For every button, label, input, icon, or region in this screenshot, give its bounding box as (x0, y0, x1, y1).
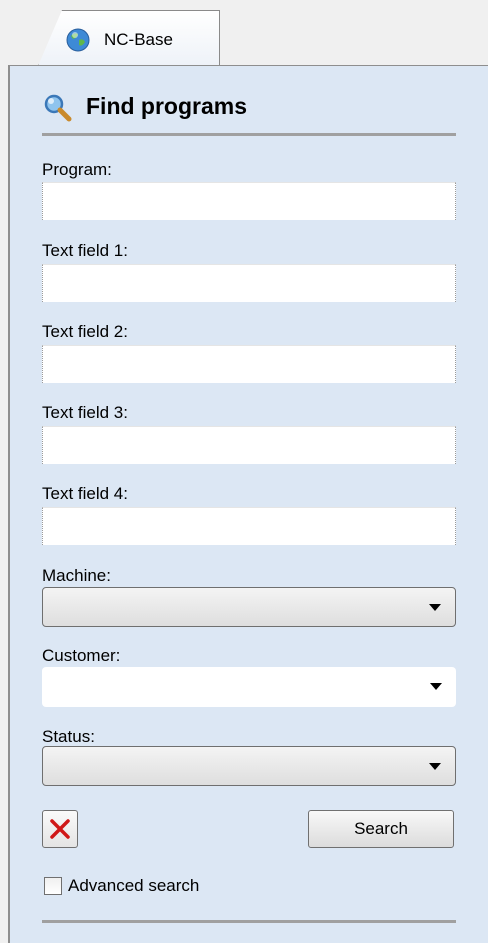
text-field-2-input[interactable] (42, 345, 456, 383)
header-divider (42, 133, 456, 136)
customer-dropdown[interactable] (42, 667, 456, 707)
text-field-3-label: Text field 3: (42, 403, 128, 422)
close-icon (50, 819, 70, 839)
magnifier-icon (44, 94, 72, 122)
program-label: Program: (42, 160, 112, 179)
advanced-search-checkbox[interactable] (44, 877, 62, 895)
text-field-2-label: Text field 2: (42, 322, 128, 341)
text-field-4-label: Text field 4: (42, 484, 128, 503)
tab-strip: NC-Base (0, 0, 488, 66)
tab-label: NC-Base (104, 30, 173, 49)
program-input[interactable] (42, 182, 456, 220)
chevron-down-icon (429, 604, 441, 611)
machine-label: Machine: (42, 566, 111, 585)
advanced-search-label[interactable]: Advanced search (68, 876, 199, 896)
clear-button[interactable] (42, 810, 78, 848)
text-field-1-input[interactable] (42, 264, 456, 302)
chevron-down-icon (430, 683, 442, 690)
chevron-down-icon (429, 763, 441, 770)
status-label: Status: (42, 727, 95, 746)
status-dropdown[interactable] (42, 746, 456, 786)
search-button[interactable]: Search (308, 810, 454, 848)
text-field-1-label: Text field 1: (42, 241, 128, 260)
text-field-4-input[interactable] (42, 507, 456, 545)
bottom-divider (42, 920, 456, 923)
customer-label: Customer: (42, 646, 121, 665)
page-title: Find programs (86, 93, 248, 119)
machine-dropdown[interactable] (42, 587, 456, 627)
globe-icon (66, 28, 90, 52)
text-field-3-input[interactable] (42, 426, 456, 464)
